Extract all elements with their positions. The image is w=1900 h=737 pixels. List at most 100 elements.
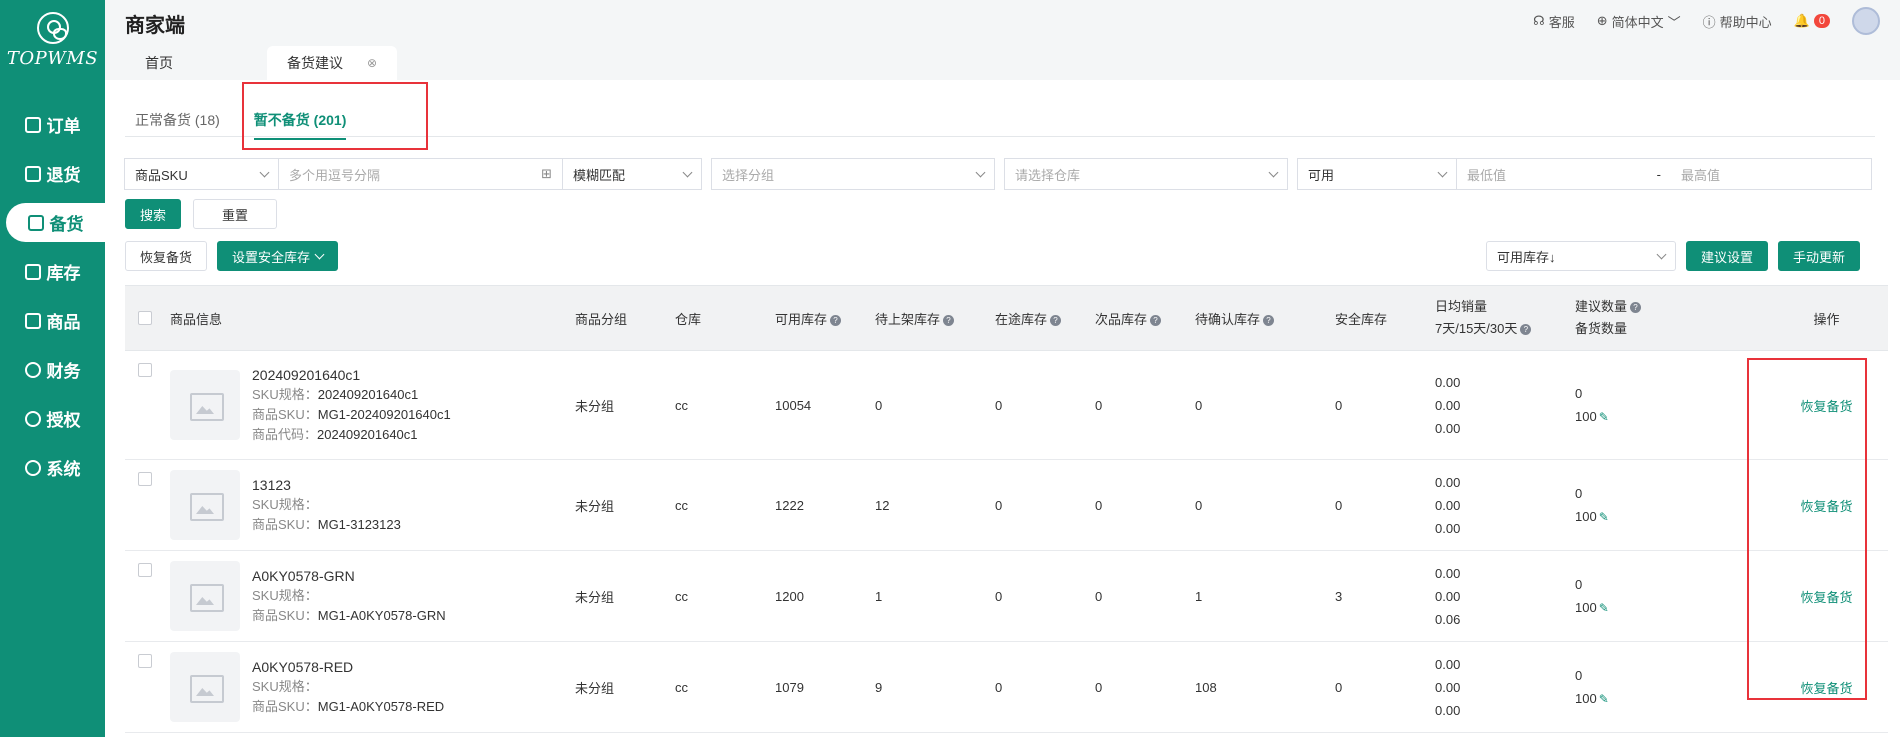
- sidebar-menu: 订单 退货 备货 库存 商品 财务 授权 系统: [0, 100, 105, 492]
- stock-type-select[interactable]: 可用: [1297, 158, 1457, 190]
- notification-button[interactable]: 🔔 0: [1794, 13, 1830, 29]
- header-group: 商品分组: [575, 311, 628, 327]
- help-icon: ⓘ: [1702, 14, 1716, 30]
- header-defective: 次品库存?: [1090, 309, 1190, 328]
- group-select[interactable]: 选择分组: [711, 158, 995, 190]
- chevron-down-icon: [1268, 167, 1279, 177]
- app-title: 商家端: [125, 15, 185, 37]
- row-checkbox[interactable]: [138, 563, 152, 577]
- logo-text: TOPWMS: [6, 48, 99, 69]
- suggest-settings-button[interactable]: 建议设置: [1685, 241, 1768, 271]
- help-icon[interactable]: ?: [1050, 314, 1062, 326]
- bulk-actions: 恢复备货 设置安全库存: [125, 241, 339, 271]
- header-safety: 安全库存: [1335, 311, 1388, 327]
- edit-icon[interactable]: ✎: [1599, 510, 1609, 524]
- sidebar: TOPWMS 订单 退货 备货 库存 商品 财务 授权 系统: [0, 0, 105, 737]
- search-actions: 搜索 重置: [125, 199, 278, 229]
- table-row: 13123 SKU规格： 商品SKU：MG1-3123123 未分组 cc 12…: [125, 460, 1888, 551]
- row-checkbox[interactable]: [138, 472, 152, 486]
- header-available: 可用库存?: [770, 309, 870, 328]
- header-pending-shelf: 待上架库存?: [870, 309, 990, 328]
- stock-range-input[interactable]: 最低值 - 最高值: [1456, 158, 1872, 190]
- reset-button[interactable]: 重置: [193, 199, 278, 229]
- edit-icon[interactable]: ✎: [1599, 601, 1609, 615]
- globe-icon: ⊕: [1596, 13, 1608, 28]
- chevron-down-icon: ﹀: [1667, 14, 1681, 30]
- help-icon[interactable]: ?: [1150, 314, 1162, 326]
- search-button[interactable]: 搜索: [125, 199, 182, 229]
- return-icon: [24, 165, 41, 182]
- select-all-checkbox[interactable]: [138, 311, 152, 325]
- order-icon: [24, 116, 41, 133]
- header-in-transit: 在途库存?: [990, 309, 1090, 328]
- product-name: 202409201640c1: [252, 367, 361, 383]
- highlight-box-actions: [1747, 358, 1867, 700]
- edit-icon[interactable]: ✎: [1599, 692, 1609, 706]
- close-icon[interactable]: ⊗: [367, 56, 377, 70]
- sku-input[interactable]: 多个用逗号分隔 ⊞: [278, 158, 563, 190]
- sidebar-item-authorization[interactable]: 授权: [0, 394, 105, 443]
- sort-select[interactable]: 可用库存↓: [1485, 241, 1676, 271]
- max-input[interactable]: 最高值: [1681, 165, 1861, 184]
- help-icon[interactable]: ?: [943, 314, 955, 326]
- authorization-icon: [24, 410, 41, 427]
- stock-prep-icon: [27, 214, 44, 231]
- header-suggest: 建议数量? 备货数量: [1570, 296, 1710, 340]
- help-icon[interactable]: ?: [1630, 302, 1642, 314]
- min-input[interactable]: 最低值: [1467, 165, 1506, 184]
- sidebar-item-return[interactable]: 退货: [0, 149, 105, 198]
- notification-badge: 0: [1813, 14, 1830, 28]
- header-action: 操作: [1813, 311, 1840, 327]
- sidebar-item-inventory[interactable]: 库存: [0, 247, 105, 296]
- chevron-down-icon: [314, 249, 325, 259]
- row-checkbox[interactable]: [138, 363, 152, 377]
- header-warehouse: 仓库: [675, 311, 702, 327]
- expand-input-icon[interactable]: ⊞: [541, 166, 552, 182]
- header-daily-sales: 日均销量 7天/15天/30天?: [1430, 296, 1570, 340]
- row-checkbox[interactable]: [138, 654, 152, 668]
- language-select[interactable]: ⊕ 简体中文 ﹀: [1597, 12, 1681, 31]
- right-actions: 可用库存↓ 建议设置 手动更新: [1485, 241, 1860, 271]
- sidebar-item-order[interactable]: 订单: [0, 100, 105, 149]
- sidebar-item-product[interactable]: 商品: [0, 296, 105, 345]
- restore-stock-button[interactable]: 恢复备货: [125, 241, 208, 271]
- help-icon[interactable]: ?: [830, 314, 842, 326]
- top-bar: 商家端 ☊ 客服 ⊕ 简体中文 ﹀ ⓘ 帮助中心 🔔 0: [105, 0, 1900, 42]
- sidebar-item-stock-prep[interactable]: 备货: [6, 203, 105, 242]
- filter-bar: 商品SKU 多个用逗号分隔 ⊞ 模糊匹配 选择分组 请选择仓库 可用 最低值 - …: [124, 158, 1872, 190]
- chevron-down-icon: [1656, 249, 1667, 259]
- manual-update-button[interactable]: 手动更新: [1777, 241, 1860, 271]
- inventory-icon: [24, 263, 41, 280]
- tab-stock-suggestion[interactable]: 备货建议 ⊗: [267, 46, 397, 80]
- help-center-link[interactable]: ⓘ 帮助中心: [1703, 12, 1772, 31]
- product-name: A0KY0578-GRN: [252, 568, 355, 584]
- match-select[interactable]: 模糊匹配: [562, 158, 702, 190]
- highlight-box-tab: [242, 82, 428, 150]
- customer-service-link[interactable]: ☊ 客服: [1533, 12, 1575, 31]
- finance-icon: [24, 361, 41, 378]
- stock-table: 商品信息 商品分组 仓库 可用库存? 待上架库存? 在途库存? 次品库存? 待确…: [125, 285, 1888, 733]
- sidebar-item-finance[interactable]: 财务: [0, 345, 105, 394]
- avatar[interactable]: [1852, 7, 1880, 35]
- help-icon[interactable]: ?: [1263, 314, 1275, 326]
- set-safety-stock-button[interactable]: 设置安全库存: [217, 241, 339, 271]
- header-pending-confirm: 待确认库存?: [1190, 309, 1330, 328]
- edit-icon[interactable]: ✎: [1599, 410, 1609, 424]
- help-icon[interactable]: ?: [1520, 324, 1532, 336]
- system-icon: [24, 459, 41, 476]
- product-image: [170, 370, 240, 440]
- page-tab-bar: 首页 备货建议 ⊗: [105, 42, 1900, 80]
- bell-icon: 🔔: [1793, 13, 1810, 28]
- tab-home[interactable]: 首页: [125, 46, 255, 80]
- header-product: 商品信息: [170, 311, 223, 327]
- logo: TOPWMS: [0, 12, 105, 69]
- field-select[interactable]: 商品SKU: [124, 158, 279, 190]
- table-row: A0KY0578-RED SKU规格： 商品SKU：MG1-A0KY0578-R…: [125, 642, 1888, 733]
- table-header: 商品信息 商品分组 仓库 可用库存? 待上架库存? 在途库存? 次品库存? 待确…: [125, 285, 1888, 351]
- top-right-tools: ☊ 客服 ⊕ 简体中文 ﹀ ⓘ 帮助中心 🔔 0: [1533, 0, 1880, 42]
- sidebar-item-system[interactable]: 系统: [0, 443, 105, 492]
- table-row: 202409201640c1 SKU规格：202409201640c1 商品SK…: [125, 351, 1888, 460]
- main-area: 商家端 ☊ 客服 ⊕ 简体中文 ﹀ ⓘ 帮助中心 🔔 0 首页 备货建议 ⊗ 正常备货 (1…: [105, 0, 1900, 737]
- chevron-down-icon: [975, 167, 986, 177]
- warehouse-select[interactable]: 请选择仓库: [1004, 158, 1288, 190]
